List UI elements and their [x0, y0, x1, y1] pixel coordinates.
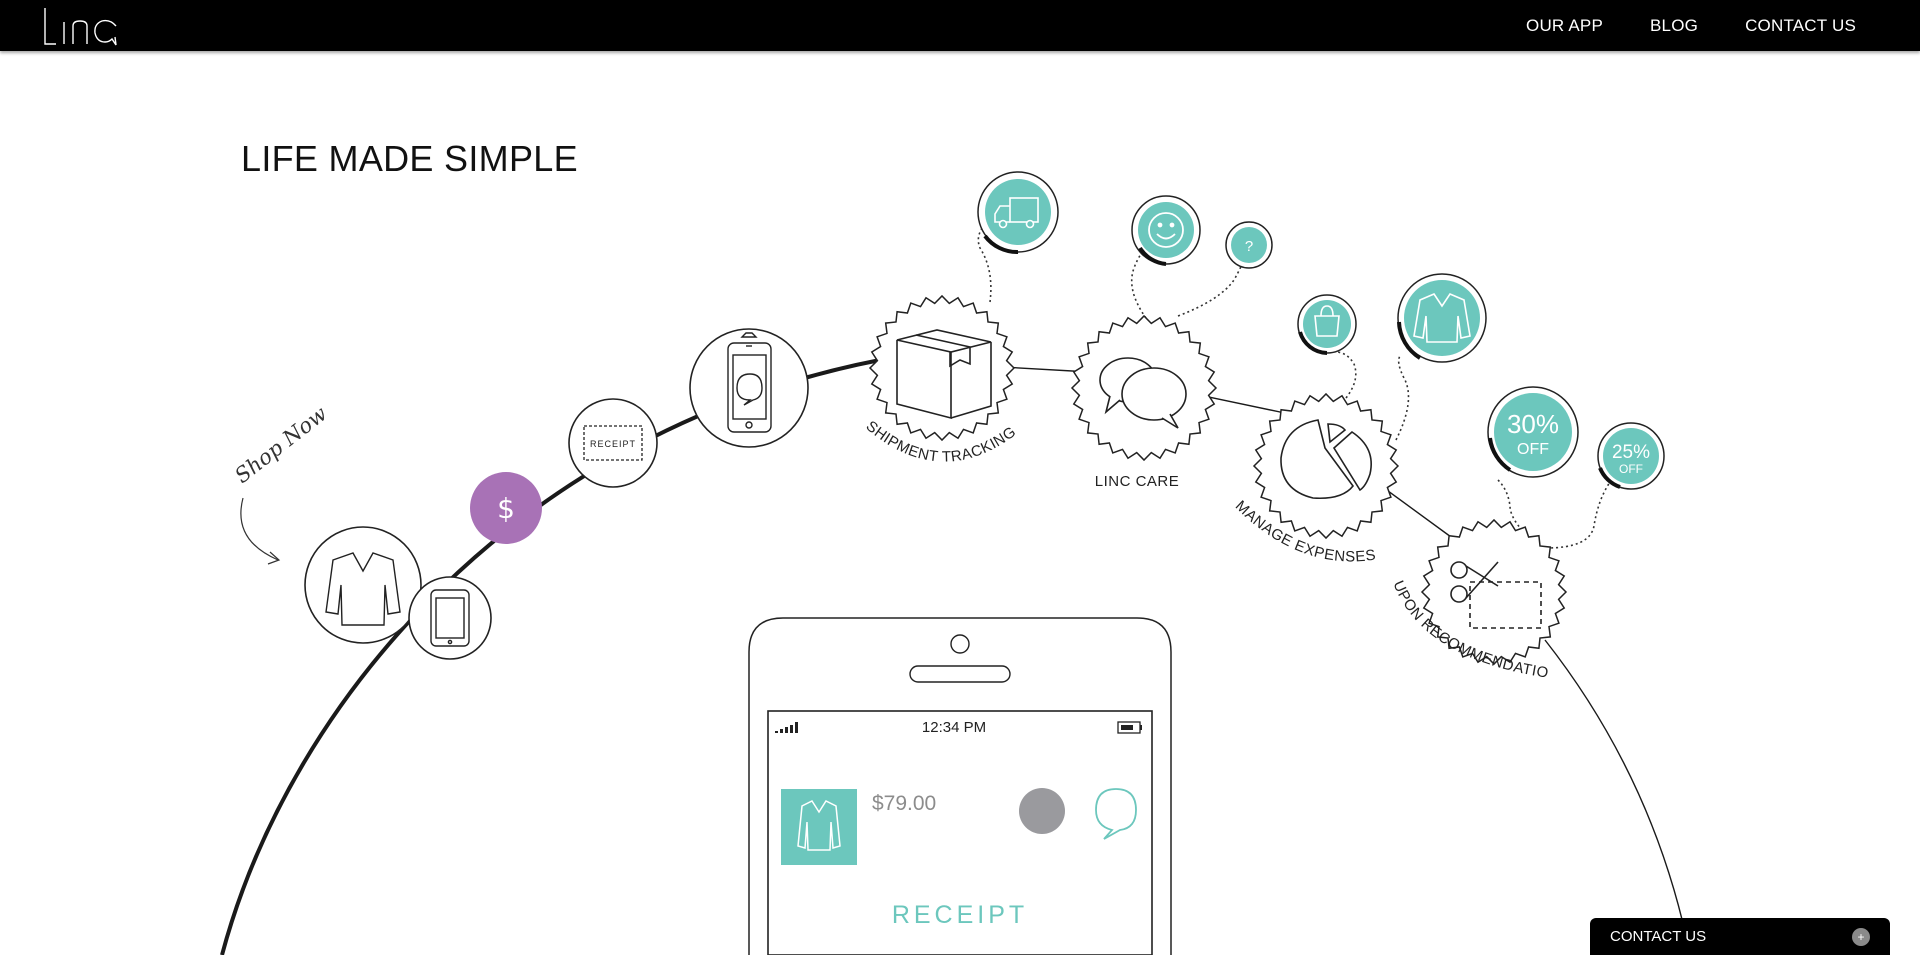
- tablet-circle[interactable]: [408, 576, 492, 660]
- coupon-25-off: OFF: [1619, 462, 1643, 476]
- status-dot[interactable]: [1019, 788, 1065, 834]
- receipt-tag-label: RECEIPT: [590, 439, 636, 449]
- linc-care-badge[interactable]: [1070, 314, 1218, 462]
- dollar-icon: $: [497, 492, 515, 525]
- phone-mockup: 12:34 PM $79.00 RECEIPT: [748, 617, 1172, 955]
- apparel-bubble[interactable]: [1397, 273, 1487, 363]
- receipt-circle[interactable]: RECEIPT: [568, 398, 658, 488]
- shop-now-arrow: [240, 497, 279, 561]
- shipment-tracking-badge[interactable]: [868, 294, 1016, 442]
- contact-us-tab-label: CONTACT US: [1610, 928, 1707, 945]
- phone-status-time: 12:34 PM: [922, 719, 986, 736]
- shop-now-text[interactable]: Shop Now: [230, 401, 331, 487]
- shopping-journey-illustration: Shop Now $ RECEIPT SHIPMENT TRACKING LIN…: [0, 0, 1691, 955]
- coupon-30-percent: 30%: [1507, 409, 1559, 439]
- product-price: $79.00: [872, 792, 936, 815]
- coupon-25-percent: 25%: [1612, 442, 1650, 463]
- blouse-item-circle[interactable]: [304, 526, 422, 644]
- expand-plus-icon[interactable]: +: [1852, 927, 1870, 946]
- truck-bubble[interactable]: [977, 171, 1059, 255]
- linc-care-label: LINC CARE: [1095, 473, 1180, 490]
- manage-expenses-badge[interactable]: [1252, 392, 1400, 540]
- coupon-30-off: OFF: [1517, 441, 1549, 458]
- coupon-30-bubble[interactable]: 30% OFF: [1487, 386, 1579, 478]
- shopping-bag-bubble[interactable]: [1297, 294, 1357, 355]
- phone-camera: [950, 634, 970, 654]
- payment-circle[interactable]: $: [470, 472, 542, 544]
- coupon-25-bubble[interactable]: 25% OFF: [1597, 422, 1665, 490]
- question-mark-icon: ?: [1245, 238, 1253, 255]
- contact-us-tab[interactable]: CONTACT US +: [1590, 918, 1890, 955]
- product-thumbnail[interactable]: [781, 789, 857, 865]
- smiley-bubble[interactable]: [1131, 195, 1201, 266]
- help-bubble[interactable]: ?: [1225, 221, 1273, 269]
- mobile-chat-circle[interactable]: [689, 328, 809, 448]
- phone-receipt-label: RECEIPT: [892, 901, 1028, 929]
- journey-arc-tail: [1544, 639, 1691, 955]
- phone-speaker: [909, 665, 1011, 683]
